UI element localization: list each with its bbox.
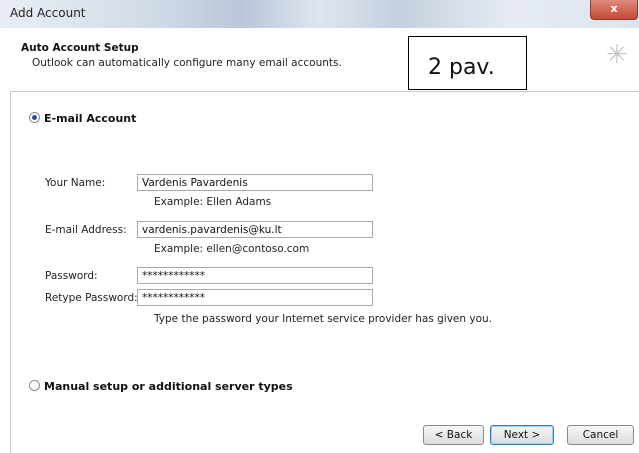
close-button[interactable]: x bbox=[590, 0, 638, 20]
your-name-field[interactable]: Vardenis Pavardenis bbox=[137, 174, 373, 191]
title-bar: Add Account x bbox=[0, 0, 639, 28]
email-account-label: E-mail Account bbox=[44, 112, 137, 125]
manual-setup-option[interactable]: Manual setup or additional server types bbox=[29, 380, 293, 393]
radio-checked-icon[interactable] bbox=[29, 112, 40, 123]
email-address-field[interactable]: vardenis.pavardenis@ku.lt bbox=[137, 221, 373, 238]
password-label: Password: bbox=[45, 270, 98, 282]
next-button[interactable]: Next > bbox=[490, 425, 554, 445]
cancel-button[interactable]: Cancel bbox=[567, 425, 634, 445]
radio-unchecked-icon[interactable] bbox=[29, 380, 40, 391]
email-address-label: E-mail Address: bbox=[45, 224, 127, 236]
page-title: Auto Account Setup bbox=[21, 42, 139, 54]
wizard-header: Auto Account Setup Outlook can automatic… bbox=[10, 28, 639, 92]
back-button[interactable]: < Back bbox=[423, 425, 484, 445]
email-account-option[interactable]: E-mail Account bbox=[29, 112, 136, 125]
retype-password-field[interactable]: ************ bbox=[137, 289, 373, 306]
annotation-box: 2 pav. bbox=[408, 36, 527, 90]
window-title: Add Account bbox=[10, 6, 86, 20]
retype-password-label: Retype Password: bbox=[45, 292, 138, 304]
wizard-cursor-icon: ✳ bbox=[606, 40, 628, 70]
password-hint: Type the password your Internet service … bbox=[154, 313, 492, 325]
email-address-hint: Example: ellen@contoso.com bbox=[154, 243, 310, 255]
manual-setup-label: Manual setup or additional server types bbox=[44, 380, 293, 393]
annotation-text: 2 pav. bbox=[428, 55, 495, 80]
password-field[interactable]: ************ bbox=[137, 267, 373, 284]
panel-border bbox=[10, 92, 11, 453]
page-subtitle: Outlook can automatically configure many… bbox=[32, 57, 342, 69]
your-name-hint: Example: Ellen Adams bbox=[154, 196, 272, 208]
your-name-label: Your Name: bbox=[45, 177, 106, 189]
